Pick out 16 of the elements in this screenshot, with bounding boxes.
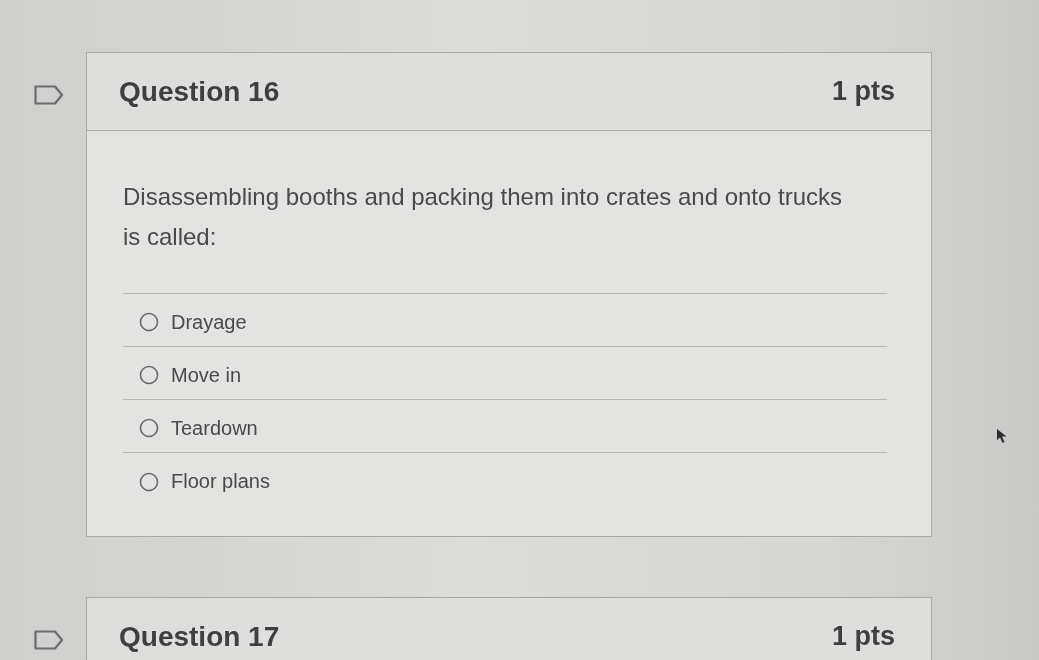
points-label: 1 pts <box>831 76 895 107</box>
flag-icon[interactable] <box>34 630 64 650</box>
question-text: Disassembling booths and packing them into crates and onto trucks is called: <box>123 182 844 252</box>
question-title: Question 17 <box>119 620 280 653</box>
answer-label[interactable]: Teardown <box>171 416 258 440</box>
answer-label[interactable]: Move in <box>171 363 242 387</box>
radio-button[interactable] <box>139 312 159 332</box>
points-label: 1 pts <box>831 621 895 652</box>
answer-label[interactable]: Floor plans <box>171 470 270 493</box>
mouse-pointer-icon <box>996 428 1008 444</box>
radio-button[interactable] <box>139 365 159 385</box>
radio-button[interactable] <box>139 471 159 492</box>
answer-label[interactable]: Drayage <box>171 310 247 334</box>
flag-icon[interactable] <box>34 85 64 105</box>
question-title: Question 16 <box>119 75 280 108</box>
radio-button[interactable] <box>139 418 159 438</box>
